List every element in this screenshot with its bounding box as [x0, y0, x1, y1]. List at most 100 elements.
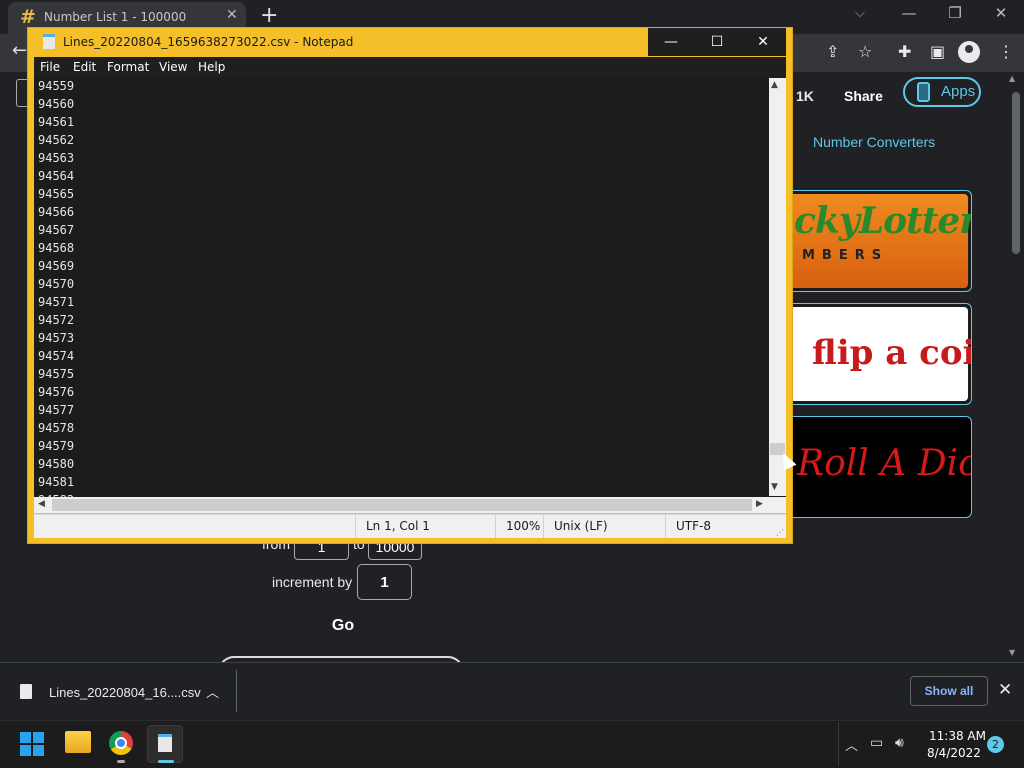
show-all-button[interactable]: Show all [910, 676, 988, 706]
window-restore-button[interactable]: ❐ [932, 4, 978, 22]
notepad-vertical-scrollbar[interactable] [769, 78, 786, 496]
text-line: 94564 [38, 169, 75, 183]
tray-separator [838, 722, 839, 766]
phone-icon [917, 82, 930, 102]
notepad-minimize-button[interactable]: — [648, 28, 694, 56]
text-line: 94569 [38, 259, 75, 273]
coin-banner-background: flip a coin [784, 307, 971, 401]
notepad-close-button[interactable]: ✕ [740, 28, 786, 56]
notepad-title: Lines_20220804_1659638273022.csv - Notep… [63, 35, 354, 49]
text-line: 94573 [38, 331, 75, 345]
tab-search-chevron-icon[interactable]: ⌵ [855, 6, 865, 21]
scroll-left-arrow-icon[interactable]: ◀ [38, 499, 45, 509]
notepad-icon [158, 734, 172, 752]
page-scroll-up-arrow-icon[interactable]: ▲ [1009, 74, 1015, 83]
chrome-icon[interactable] [109, 731, 133, 755]
notepad-text-area[interactable]: 94559 94560 94561 94562 94563 94564 94565 94566… [34, 77, 786, 497]
text-lines: 94559 94560 94561 94562 94563 94564 94565 94566… [38, 77, 74, 497]
text-line: 94560 [38, 97, 75, 111]
coin-title: flip a coin [812, 333, 971, 373]
windows-start-icon[interactable] [20, 732, 44, 756]
likes-count[interactable]: 1K [796, 88, 814, 104]
download-file-name[interactable]: Lines_20220804_16....csv [49, 685, 201, 700]
menu-help[interactable]: Help [198, 60, 225, 74]
apps-button[interactable]: Apps [903, 77, 981, 107]
scrollbar-corner [769, 497, 786, 513]
menu-edit[interactable]: Edit [73, 60, 96, 74]
profile-avatar-icon[interactable] [958, 41, 980, 63]
hash-favicon-icon: # [20, 6, 36, 28]
text-line: 94578 [38, 421, 75, 435]
window-close-button[interactable]: ✕ [978, 4, 1024, 22]
text-line: 94575 [38, 367, 75, 381]
downloads-separator [236, 670, 237, 712]
page-scrollbar-thumb[interactable] [1012, 92, 1020, 254]
new-tab-button[interactable]: + [260, 3, 278, 28]
horizontal-scroll-thumb[interactable] [52, 499, 752, 511]
status-line-ending: Unix (LF) [543, 514, 665, 538]
scroll-down-arrow-icon[interactable]: ▼ [771, 482, 778, 492]
text-line: 94562 [38, 133, 75, 147]
tab-close-icon[interactable]: ✕ [226, 7, 238, 23]
text-line: 94567 [38, 223, 75, 237]
apps-label: Apps [941, 83, 976, 100]
scroll-up-arrow-icon[interactable]: ▲ [771, 80, 778, 90]
text-line: 94561 [38, 115, 75, 129]
menu-format[interactable]: Format [107, 60, 149, 74]
text-line: 94570 [38, 277, 75, 291]
status-encoding: UTF-8 [665, 514, 769, 538]
side-panel-icon[interactable]: ▣ [930, 42, 945, 61]
clock-date[interactable]: 8/4/2022 [927, 746, 981, 760]
file-icon [20, 684, 32, 699]
text-line: 94568 [38, 241, 75, 255]
lottery-title: ckyLottery [794, 200, 971, 242]
chrome-running-indicator [117, 760, 125, 763]
lottery-banner-background: ckyLottery MBERS [784, 194, 971, 288]
notepad-active-indicator [158, 760, 174, 763]
menu-file[interactable]: File [40, 60, 60, 74]
tray-chevron-up-icon[interactable]: ︿ [845, 735, 858, 754]
lucky-lottery-banner[interactable]: ckyLottery MBERS [780, 190, 972, 292]
tab-title: Number List 1 - 100000 [44, 10, 187, 24]
text-line: 94565 [38, 187, 75, 201]
chevron-up-icon[interactable]: ︿ [206, 682, 219, 701]
share-button[interactable]: Share [844, 88, 883, 104]
text-line: 94580 [38, 457, 75, 471]
menu-view[interactable]: View [159, 60, 187, 74]
share-page-icon[interactable]: ⇪ [826, 42, 839, 61]
back-button[interactable]: ← [12, 40, 27, 61]
browser-menu-icon[interactable]: ⋮ [998, 42, 1014, 61]
dice-title: Roll A Dice [797, 443, 971, 484]
notepad-maximize-button[interactable]: ☐ [694, 28, 740, 56]
roll-a-dice-banner[interactable]: Roll A Dice [780, 416, 972, 518]
text-line: 94579 [38, 439, 75, 453]
number-converters-link[interactable]: Number Converters [813, 134, 935, 150]
text-line: 94576 [38, 385, 75, 399]
increment-label: increment by [272, 574, 353, 590]
network-icon[interactable]: ▭ [870, 735, 883, 751]
text-line: 94566 [38, 205, 75, 219]
window-minimize-button[interactable]: — [886, 4, 932, 22]
extensions-puzzle-icon[interactable]: ✚ [898, 42, 911, 61]
resize-grip-icon[interactable]: ⋰ [776, 528, 784, 537]
page-scroll-down-arrow-icon[interactable]: ▼ [1009, 648, 1015, 657]
increment-input[interactable] [357, 564, 412, 600]
text-line: 94581 [38, 475, 75, 489]
downloads-close-icon[interactable]: ✕ [998, 680, 1012, 700]
file-explorer-icon[interactable] [65, 731, 91, 753]
lottery-subtitle: MBERS [802, 248, 889, 263]
notification-badge[interactable]: 2 [987, 736, 1004, 753]
text-line: 94563 [38, 151, 75, 165]
bookmark-star-icon[interactable]: ☆ [858, 42, 872, 61]
text-line: 94574 [38, 349, 75, 363]
status-cursor-position: Ln 1, Col 1 [355, 514, 495, 538]
text-line: 94559 [38, 79, 75, 93]
volume-icon[interactable]: 🔊︎ [895, 735, 904, 751]
text-line: 94571 [38, 295, 75, 309]
go-button[interactable]: Go [320, 617, 366, 639]
scroll-right-arrow-icon[interactable]: ▶ [756, 499, 763, 509]
text-line: 94572 [38, 313, 75, 327]
clock-time[interactable]: 11:38 AM [929, 729, 986, 743]
notepad-title-icon [43, 34, 55, 49]
flip-a-coin-banner[interactable]: flip a coin [780, 303, 972, 405]
